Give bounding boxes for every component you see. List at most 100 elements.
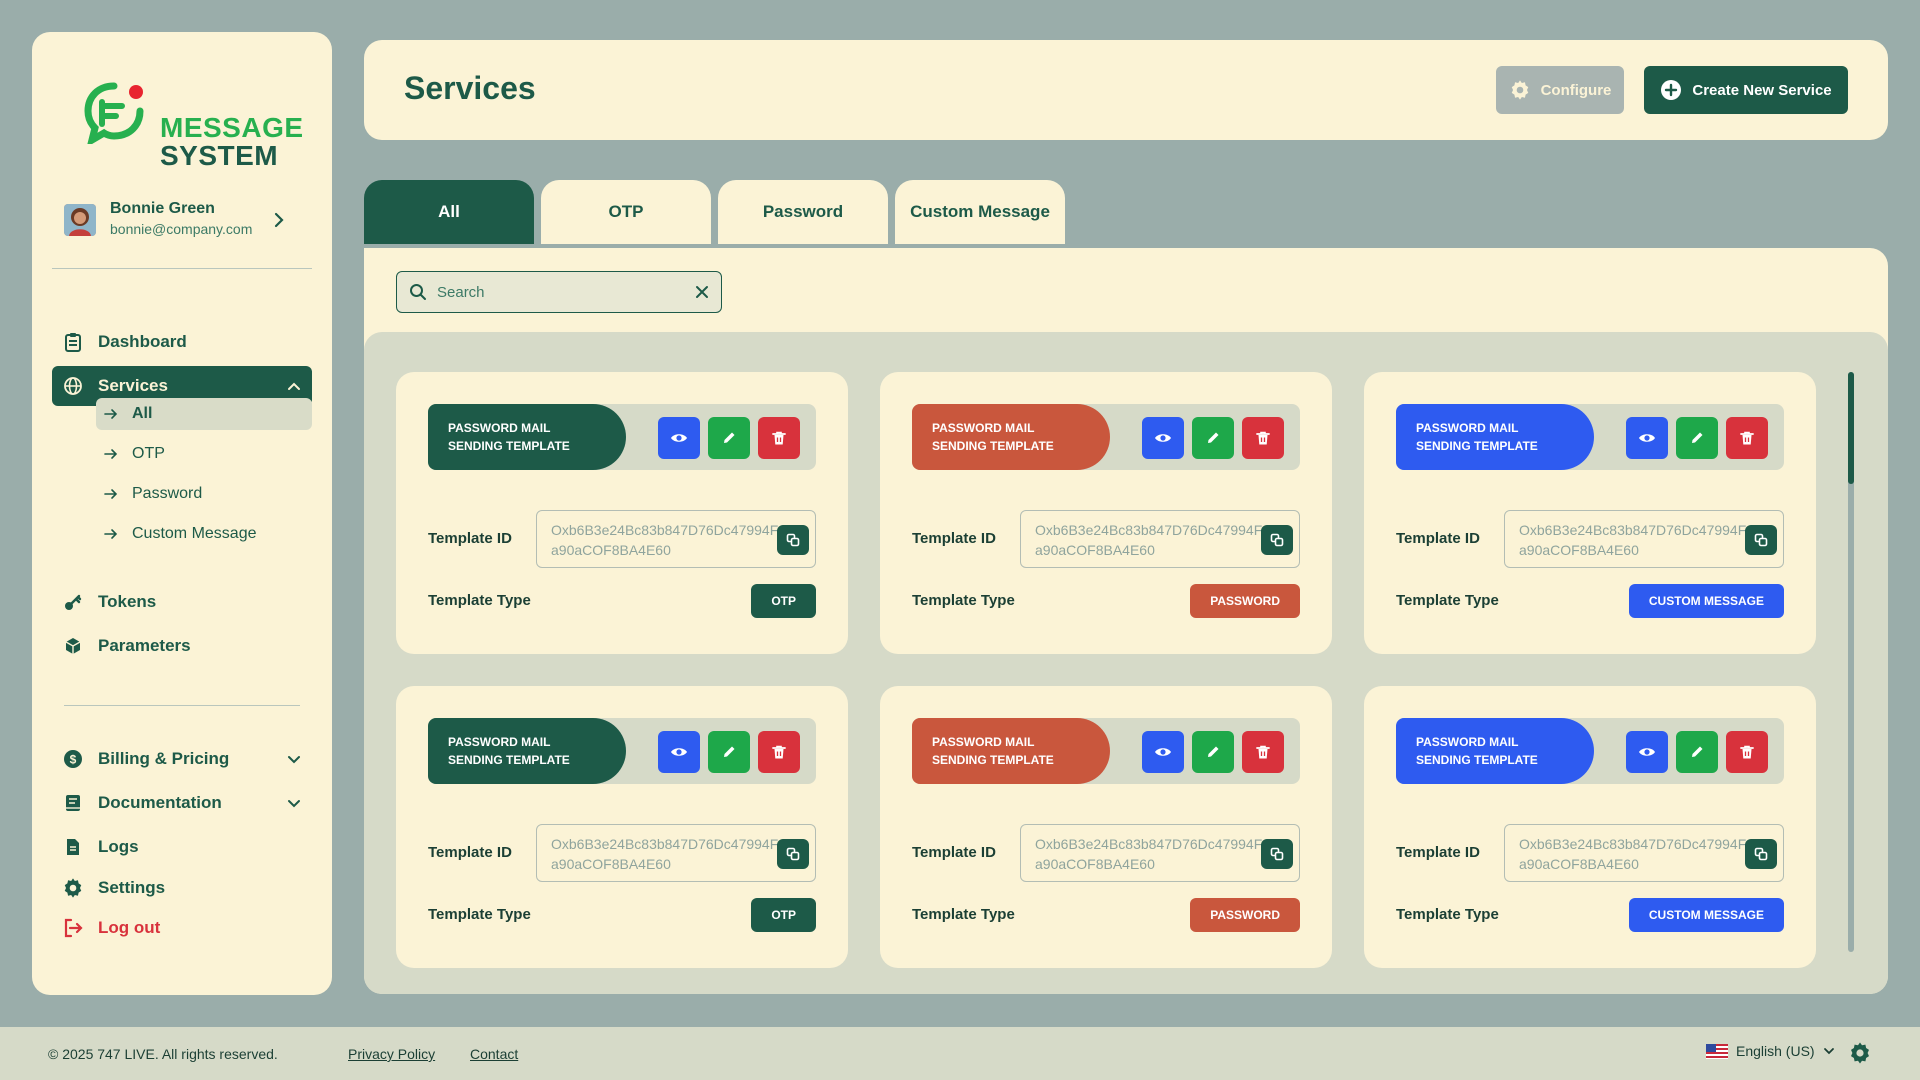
sidebar-subitem-otp[interactable]: OTP [96,438,312,470]
eye-icon [1638,743,1656,761]
card-header: PASSWORD MAIL SENDING TEMPLATE [1396,404,1784,470]
edit-button[interactable] [1676,417,1718,459]
tab-otp[interactable]: OTP [541,180,711,244]
sidebar-subitem-password[interactable]: Password [96,478,312,510]
avatar [64,204,96,236]
sidebar-item-label: Services [98,376,168,395]
delete-button[interactable] [1726,417,1768,459]
pencil-icon [721,744,737,760]
close-icon[interactable] [695,285,709,299]
brand-wordmark: MESSAGE SYSTEM [160,114,304,170]
search-input[interactable]: Search [437,284,695,301]
scrollbar-thumb[interactable] [1848,372,1854,484]
edit-button[interactable] [708,731,750,773]
sidebar-item-dashboard[interactable]: Dashboard [52,322,312,362]
template-type-badge: CUSTOM MESSAGE [1628,584,1784,618]
template-id-label: Template ID [1396,530,1480,547]
template-type-badge: OTP [751,584,816,618]
template-id-field: Oxb6B3e24Bc83b847D76Dc47994Fa90aCOF8BA4E… [1504,510,1784,568]
copy-button[interactable] [1261,525,1293,555]
template-id-field: Oxb6B3e24Bc83b847D76Dc47994Fa90aCOF8BA4E… [1020,824,1300,882]
template-id-value: Oxb6B3e24Bc83b847D76Dc47994Fa90aCOF8BA4E… [1519,522,1747,558]
template-type-label: Template Type [428,592,531,609]
tab-custom-message[interactable]: Custom Message [895,180,1065,244]
copy-button[interactable] [777,525,809,555]
copy-button[interactable] [1745,839,1777,869]
edit-button[interactable] [1192,731,1234,773]
configure-button[interactable]: Configure [1496,66,1624,114]
eye-icon [1638,429,1656,447]
view-button[interactable] [1142,417,1184,459]
card-title-line2: SENDING TEMPLATE [448,753,570,767]
eye-icon [670,743,688,761]
globe-icon [62,375,84,397]
template-id-field: Oxb6B3e24Bc83b847D76Dc47994Fa90aCOF8BA4E… [1020,510,1300,568]
view-button[interactable] [658,731,700,773]
sidebar-subitem-all[interactable]: All [96,398,312,430]
privacy-policy-link[interactable]: Privacy Policy [348,1046,435,1062]
view-button[interactable] [1626,417,1668,459]
sidebar-item-label: Settings [98,878,166,897]
service-card: PASSWORD MAIL SENDING TEMPLATE Template ID… [396,686,848,968]
scrollbar[interactable] [1848,372,1854,952]
trash-icon [771,744,787,760]
search-box[interactable]: Search [396,271,722,313]
sidebar-item-billing[interactable]: $ Billing & Pricing [52,739,312,779]
gear-icon[interactable] [1848,1041,1872,1065]
sidebar-item-logs[interactable]: Logs [52,827,312,867]
card-header: PASSWORD MAIL SENDING TEMPLATE [912,404,1300,470]
card-header: PASSWORD MAIL SENDING TEMPLATE [428,718,816,784]
pencil-icon [721,430,737,446]
contact-link[interactable]: Contact [470,1046,518,1062]
card-title: PASSWORD MAIL SENDING TEMPLATE [1396,404,1594,470]
sidebar-item-settings[interactable]: Settings [52,868,312,908]
view-button[interactable] [1626,731,1668,773]
card-header: PASSWORD MAIL SENDING TEMPLATE [912,718,1300,784]
page-title: Services [404,70,536,106]
sidebar-item-parameters[interactable]: Parameters [52,626,312,666]
card-title-line2: SENDING TEMPLATE [932,753,1054,767]
copyright-text: © 2025 747 LIVE. All rights reserved. [48,1046,278,1062]
page-header: Services Configure Create New Service [364,40,1888,140]
copy-button[interactable] [777,839,809,869]
arrow-right-icon [104,528,120,540]
arrow-right-icon [104,408,120,420]
copy-button[interactable] [1261,839,1293,869]
template-type-label: Template Type [1396,906,1499,923]
template-type-badge: OTP [751,898,816,932]
eye-icon [670,429,688,447]
view-button[interactable] [1142,731,1184,773]
card-title-line1: PASSWORD MAIL [1416,735,1519,749]
sidebar-subitem-label: All [132,405,153,422]
chevron-down-icon [288,756,300,764]
sidebar-item-tokens[interactable]: Tokens [52,582,312,622]
message-bubble-logo-icon [84,82,144,144]
sidebar-subitem-custom-message[interactable]: Custom Message [96,518,312,550]
create-new-service-button[interactable]: Create New Service [1644,66,1848,114]
service-card: PASSWORD MAIL SENDING TEMPLATE Template ID… [1364,372,1816,654]
delete-button[interactable] [1242,731,1284,773]
pencil-icon [1689,744,1705,760]
pencil-icon [1689,430,1705,446]
delete-button[interactable] [758,417,800,459]
eye-icon [1154,743,1172,761]
template-id-label: Template ID [428,530,512,547]
delete-button[interactable] [758,731,800,773]
copy-icon [1270,533,1284,547]
language-selector[interactable]: English (US) [1706,1043,1835,1059]
view-button[interactable] [658,417,700,459]
sidebar-item-logout[interactable]: Log out [52,908,312,948]
user-profile[interactable]: Bonnie Green bonnie@company.com [64,200,304,244]
copy-icon [1270,847,1284,861]
edit-button[interactable] [1192,417,1234,459]
edit-button[interactable] [708,417,750,459]
copy-icon [1754,533,1768,547]
edit-button[interactable] [1676,731,1718,773]
tab-password[interactable]: Password [718,180,888,244]
copy-button[interactable] [1745,525,1777,555]
tab-all[interactable]: All [364,180,534,244]
delete-button[interactable] [1242,417,1284,459]
sidebar-item-documentation[interactable]: Documentation [52,783,312,823]
delete-button[interactable] [1726,731,1768,773]
brand-logo[interactable]: MESSAGE SYSTEM [84,74,303,170]
